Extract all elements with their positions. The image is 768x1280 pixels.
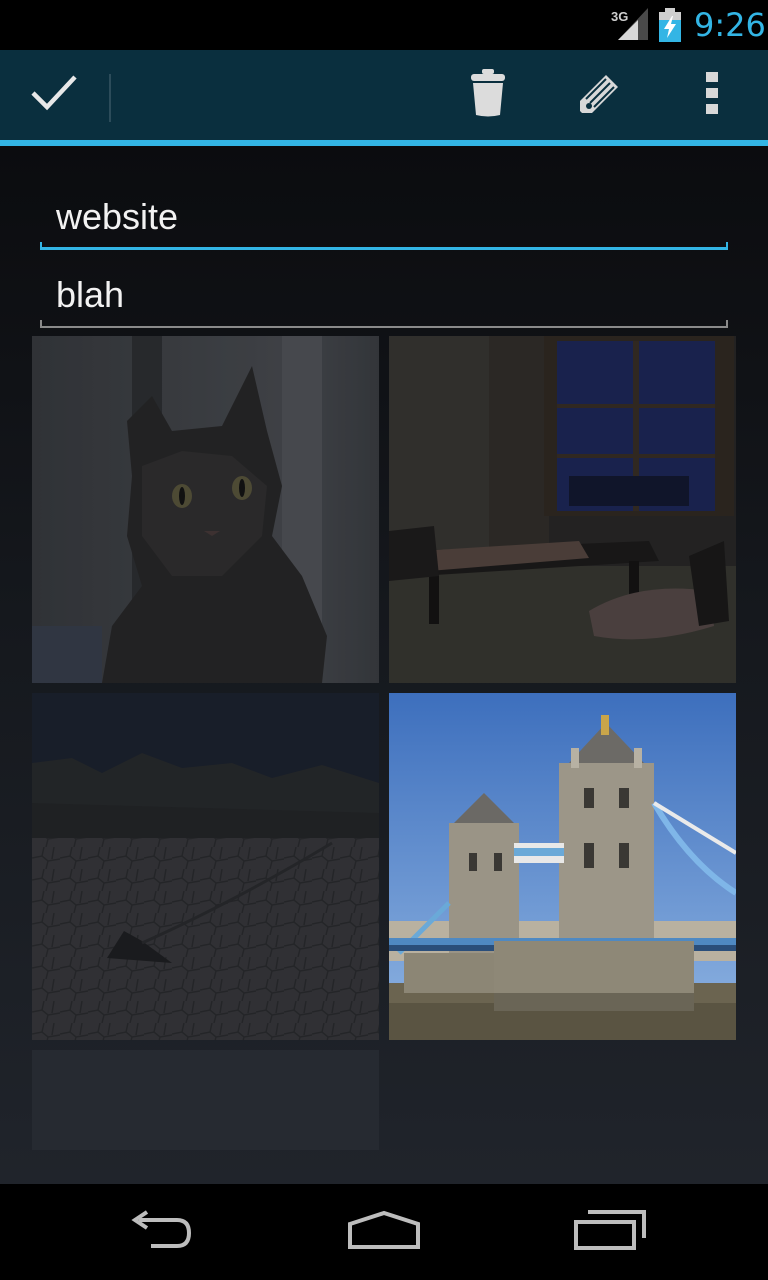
title-underline: [40, 247, 728, 250]
body-underline-tick: [726, 320, 728, 328]
home-button[interactable]: [314, 1184, 454, 1280]
title-underline-tick: [40, 242, 42, 250]
action-bar: [0, 50, 768, 140]
pencil-icon: [576, 69, 624, 122]
back-icon: [125, 1209, 195, 1255]
checkmark-icon: [30, 73, 78, 118]
photo-desert[interactable]: [32, 693, 379, 1040]
navigation-bar: [0, 1184, 768, 1280]
action-bar-divider: [109, 74, 111, 122]
trash-icon: [470, 68, 506, 122]
home-icon: [346, 1210, 422, 1255]
back-button[interactable]: [90, 1184, 230, 1280]
edit-button[interactable]: [560, 50, 640, 140]
done-button[interactable]: [0, 50, 108, 140]
photo-room[interactable]: [389, 336, 736, 683]
photo-bridge[interactable]: [389, 693, 736, 1040]
recents-icon: [574, 1209, 646, 1255]
body-underline: [40, 326, 728, 328]
photo-placeholder: [32, 1050, 379, 1150]
battery-charging-icon: [658, 8, 682, 47]
title-underline-tick: [726, 242, 728, 250]
clock: 9:26: [694, 6, 766, 44]
delete-button[interactable]: [448, 50, 528, 140]
body-underline-tick: [40, 320, 42, 328]
status-bar: 3G 9:26: [0, 0, 768, 50]
photo-cat[interactable]: [32, 336, 379, 683]
note-editor: website blah: [0, 146, 768, 1184]
recents-button[interactable]: [540, 1184, 680, 1280]
title-text: website: [56, 196, 179, 237]
signal-icon: [618, 8, 648, 45]
body-field[interactable]: blah: [40, 268, 728, 328]
more-vert-icon: [706, 71, 718, 119]
body-text: blah: [56, 274, 125, 315]
title-field[interactable]: website: [40, 190, 728, 250]
overflow-menu-button[interactable]: [680, 50, 744, 140]
